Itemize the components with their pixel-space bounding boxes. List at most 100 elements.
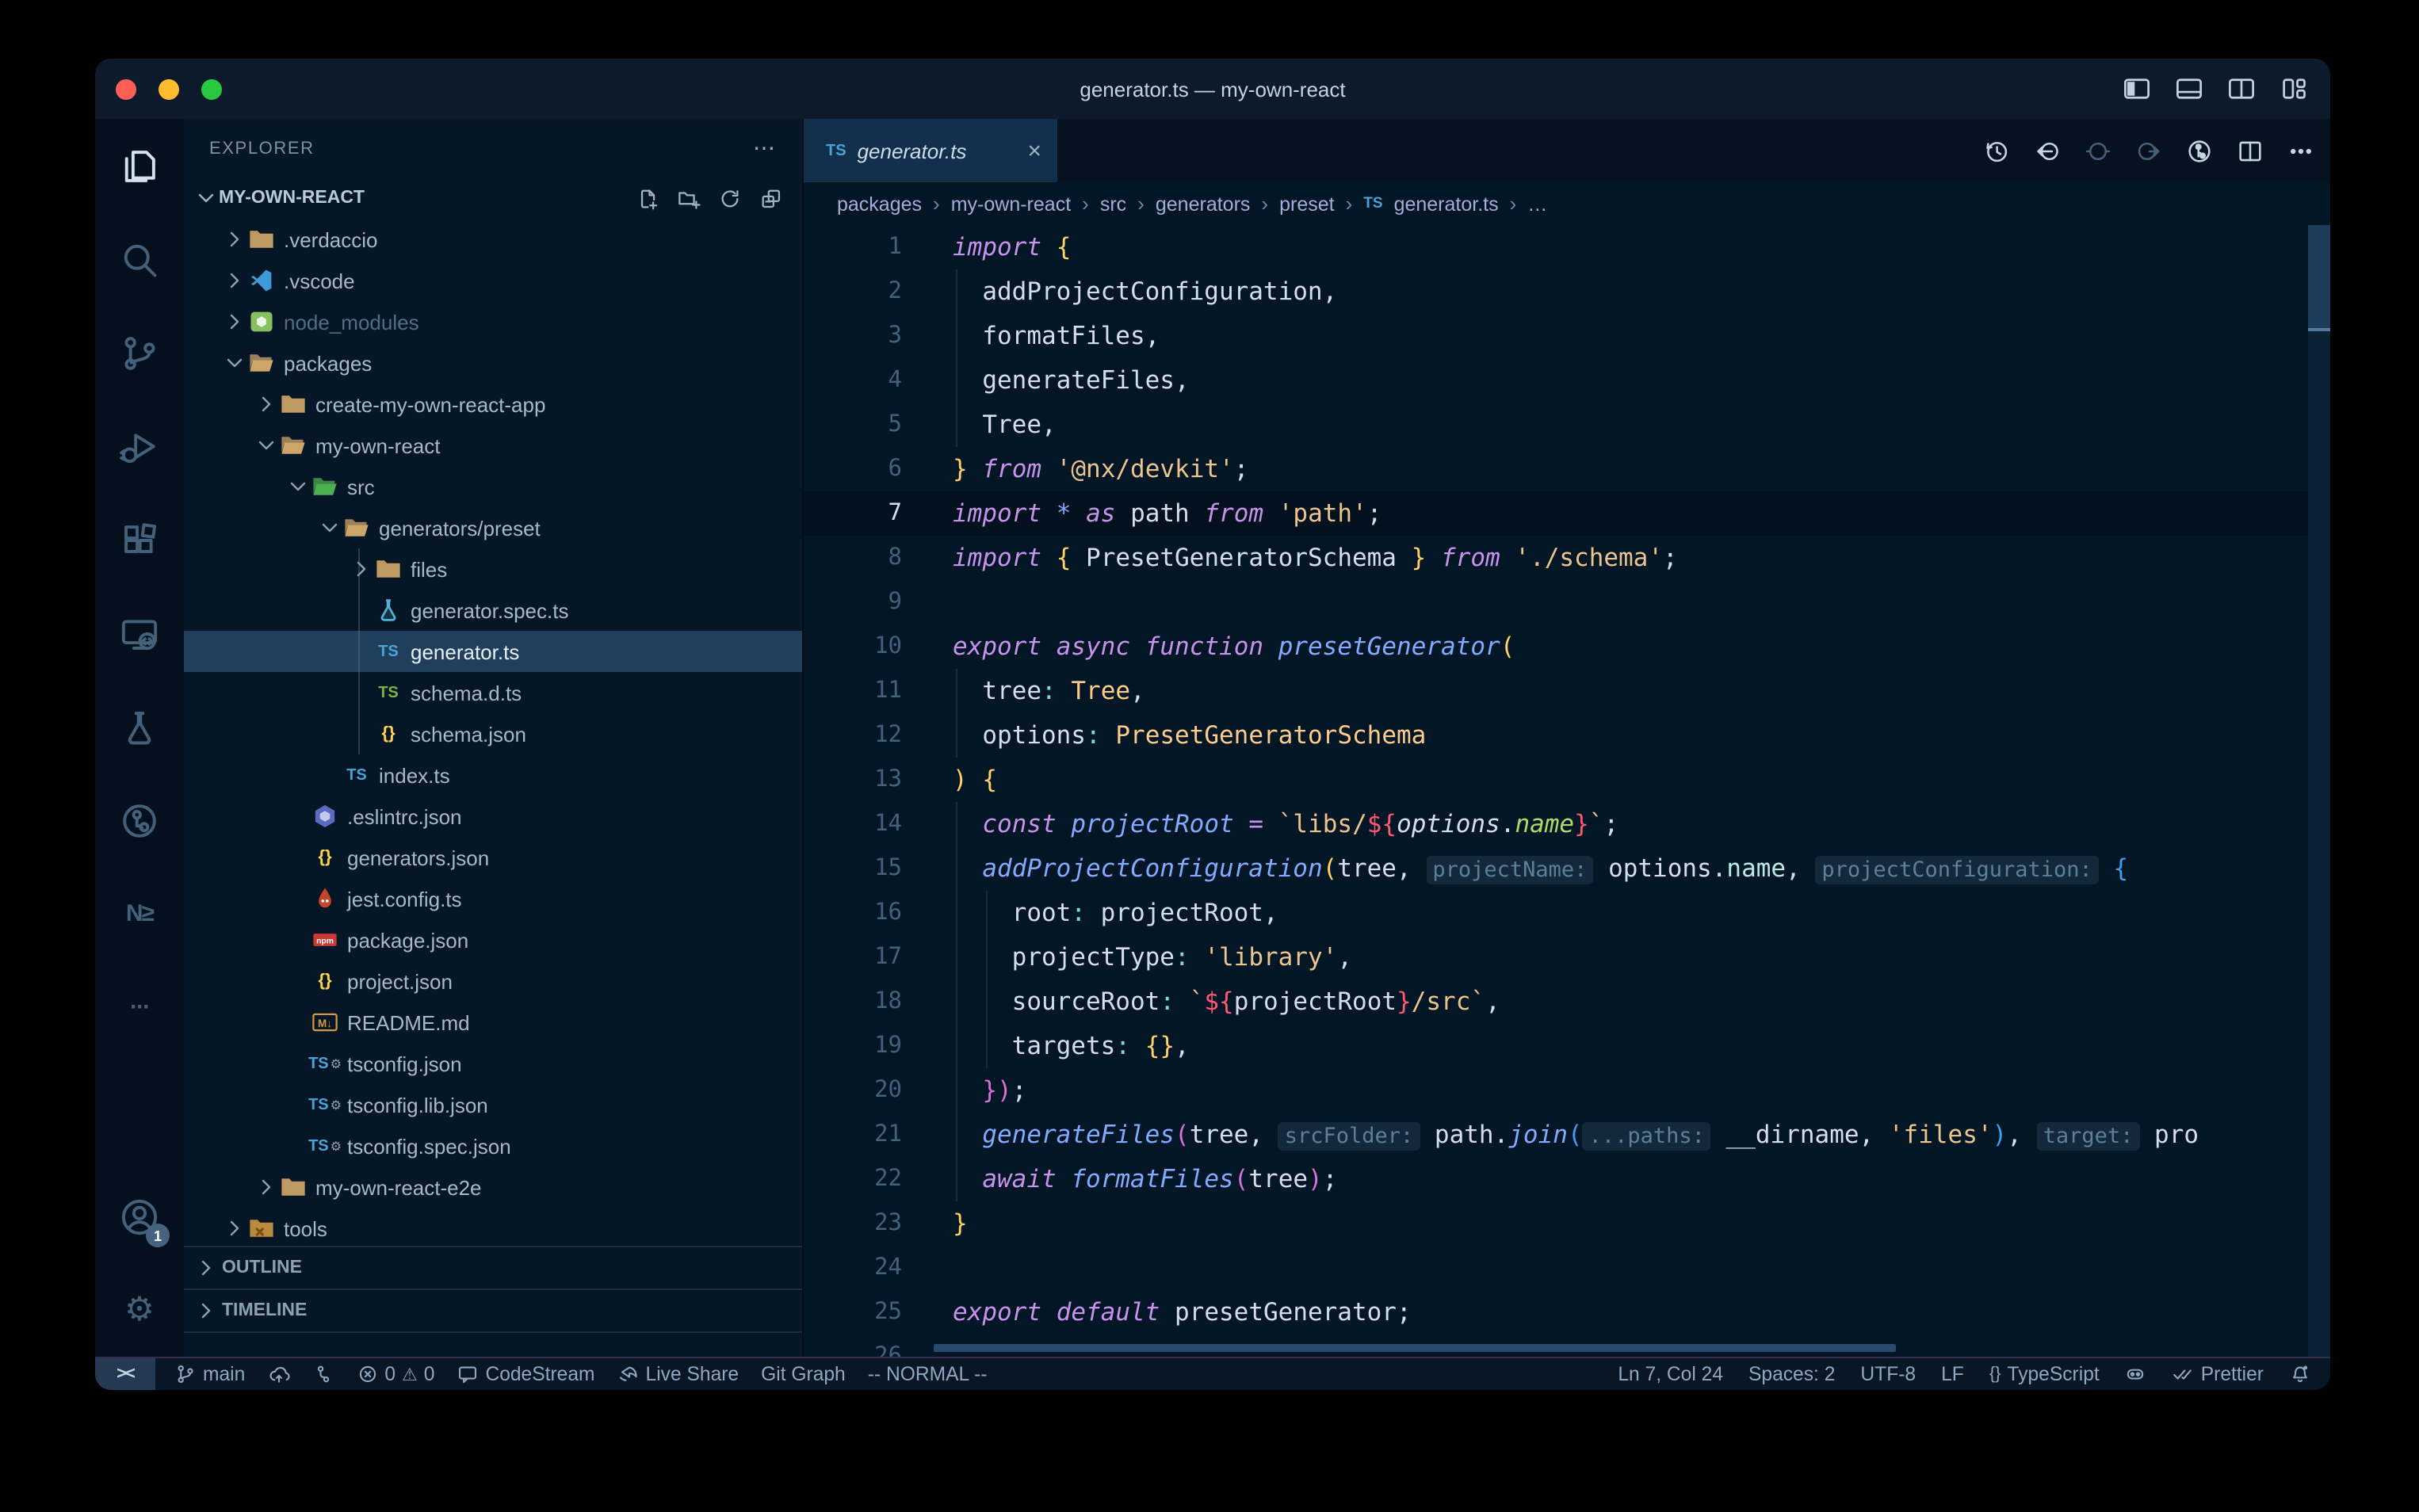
layout-sidebar-left-icon[interactable] [2123, 74, 2151, 103]
tree-item-my-own-react[interactable]: my-own-react [184, 425, 802, 466]
section-outline[interactable]: OUTLINE [184, 1246, 802, 1289]
more-actions-icon[interactable] [2287, 137, 2314, 164]
activitybar-testing-icon[interactable] [95, 680, 184, 773]
breadcrumb-my-own-react[interactable]: my-own-react [951, 193, 1071, 215]
tree-item-files[interactable]: files [184, 548, 802, 590]
tree-item-generators-json[interactable]: {}generators.json [184, 837, 802, 878]
prev-change-icon[interactable] [2085, 137, 2111, 164]
layout-customize-icon[interactable] [2280, 74, 2308, 103]
new-folder-icon[interactable] [677, 186, 701, 210]
tab-generator-ts[interactable]: TS generator.ts × [804, 119, 1057, 182]
tree-item-node-modules[interactable]: node_modules [184, 301, 802, 342]
commit-graph-icon[interactable] [2186, 137, 2213, 164]
activitybar-source-control-icon[interactable] [95, 306, 184, 399]
horizontal-scrollbar[interactable] [934, 1344, 1896, 1352]
tree-item-create-my-own-react-app[interactable]: create-my-own-react-app [184, 384, 802, 425]
chevron-spacer [349, 598, 374, 623]
section-timeline[interactable]: TIMELINE [184, 1289, 802, 1331]
status-problems[interactable]: 0⚠0 [356, 1363, 434, 1385]
new-file-icon[interactable] [636, 186, 659, 210]
status-codestream[interactable]: CodeStream [457, 1363, 594, 1385]
tree-item-tsconfig-json[interactable]: TS⚙tsconfig.json [184, 1043, 802, 1084]
breadcrumb-packages[interactable]: packages [837, 193, 922, 215]
split-editor-icon[interactable] [2237, 137, 2264, 164]
breadcrumb-preset[interactable]: preset [1279, 193, 1335, 215]
tree-item--verdaccio[interactable]: .verdaccio [184, 219, 802, 260]
navigate-back-icon[interactable] [2034, 137, 2061, 164]
activitybar-more-views-icon[interactable]: ··· [95, 960, 184, 1054]
status-prettier[interactable]: Prettier [2173, 1363, 2264, 1385]
status-notifications[interactable] [2289, 1363, 2311, 1385]
tree-item-my-own-react-e2e[interactable]: my-own-react-e2e [184, 1166, 802, 1208]
line-number: 15 [804, 846, 902, 891]
folder-open-icon [247, 350, 276, 376]
activitybar-run-debug-icon[interactable] [95, 399, 184, 493]
tree-item-schema-d-ts[interactable]: TSschema.d.ts [184, 672, 802, 713]
close-window-button[interactable] [116, 78, 136, 99]
breadcrumb-file[interactable]: generator.ts [1394, 193, 1499, 215]
vertical-scrollbar-track[interactable] [2308, 225, 2330, 1357]
activitybar-nx-console-icon[interactable]: N≥ [95, 867, 184, 960]
remote-indicator[interactable]: >< [95, 1357, 155, 1390]
folder-icon [374, 556, 403, 582]
status-vim-mode[interactable]: -- NORMAL -- [868, 1363, 988, 1385]
breadcrumb-symbol-more[interactable]: … [1527, 193, 1547, 215]
minimize-window-button[interactable] [159, 78, 179, 99]
code-line-16: 16 root: projectRoot, [804, 891, 2330, 935]
status-git-branch[interactable]: main [174, 1363, 245, 1385]
tree-item-jest-config-ts[interactable]: jest.config.ts [184, 878, 802, 919]
tree-item--eslintrc-json[interactable]: .eslintrc.json [184, 796, 802, 837]
status-cursor-position[interactable]: Ln 7, Col 24 [1618, 1363, 1723, 1385]
activitybar-search-icon[interactable] [95, 212, 184, 306]
layout-panel-icon[interactable] [2175, 74, 2203, 103]
status-commits[interactable] [311, 1363, 334, 1385]
tree-item-generator-ts[interactable]: TSgenerator.ts [184, 631, 802, 672]
layout-sidebar-right-icon[interactable] [2227, 74, 2256, 103]
status-git-graph[interactable]: Git Graph [761, 1363, 846, 1385]
timeline-icon[interactable] [1983, 137, 2010, 164]
vertical-scrollbar-thumb[interactable] [2308, 225, 2330, 331]
activitybar-remote-explorer-icon[interactable] [95, 586, 184, 680]
tree-item-generators-preset[interactable]: generators/preset [184, 507, 802, 548]
tree-item-tsconfig-lib-json[interactable]: TS⚙tsconfig.lib.json [184, 1084, 802, 1125]
zoom-window-button[interactable] [201, 78, 222, 99]
close-tab-icon[interactable]: × [1027, 137, 1041, 164]
status-language-mode[interactable]: {}TypeScript [1989, 1363, 2100, 1385]
status-eol[interactable]: LF [1941, 1363, 1964, 1385]
tree-item-tsconfig-spec-json[interactable]: TS⚙tsconfig.spec.json [184, 1125, 802, 1166]
tree-item-tools[interactable]: tools [184, 1208, 802, 1249]
code-editor[interactable]: 1import {2 addProjectConfiguration,3 for… [804, 225, 2330, 1357]
activitybar-git-graph-icon[interactable] [95, 773, 184, 867]
activitybar-settings-icon[interactable]: ⚙ [95, 1263, 184, 1357]
tree-item-readme-md[interactable]: M↓README.md [184, 1002, 802, 1043]
tree-item-package-json[interactable]: npmpackage.json [184, 919, 802, 960]
refresh-icon[interactable] [718, 186, 742, 210]
tree-item-src[interactable]: src [184, 466, 802, 507]
next-change-icon[interactable] [2135, 137, 2162, 164]
tree-item-schema-json[interactable]: {}schema.json [184, 713, 802, 754]
activitybar-extensions-icon[interactable] [95, 493, 184, 586]
code-line-7: 7import * as path from 'path'; [804, 491, 2330, 536]
breadcrumb-src[interactable]: src [1100, 193, 1126, 215]
activitybar-accounts-icon[interactable]: 1 [95, 1170, 184, 1263]
tree-item-index-ts[interactable]: TSindex.ts [184, 754, 802, 796]
status-indentation[interactable]: Spaces: 2 [1748, 1363, 1835, 1385]
status-live-share[interactable]: Live Share [617, 1363, 739, 1385]
tree-item--vscode[interactable]: .vscode [184, 260, 802, 301]
tree-item-project-json[interactable]: {}project.json [184, 960, 802, 1002]
code-line-14: 14 const projectRoot = `libs/${options.n… [804, 802, 2330, 846]
collapse-all-icon[interactable] [759, 186, 783, 210]
breadcrumb-generators[interactable]: generators [1156, 193, 1251, 215]
tree-item-generator-spec-ts[interactable]: generator.spec.ts [184, 590, 802, 631]
status-copilot[interactable] [2125, 1363, 2147, 1385]
cloud-upload-icon [267, 1363, 289, 1385]
section-label: TIMELINE [222, 1301, 307, 1320]
project-root-row[interactable]: MY-OWN-REACT [184, 178, 802, 219]
tree-item-label: my-own-react-e2e [315, 1175, 482, 1199]
tree-item-packages[interactable]: packages [184, 342, 802, 384]
code-line-25: 25export default presetGenerator; [804, 1290, 2330, 1334]
activitybar-explorer-icon[interactable] [95, 119, 184, 212]
explorer-more-actions-icon[interactable]: ⋯ [753, 135, 777, 162]
status-publish[interactable] [267, 1363, 289, 1385]
status-encoding[interactable]: UTF-8 [1860, 1363, 1916, 1385]
